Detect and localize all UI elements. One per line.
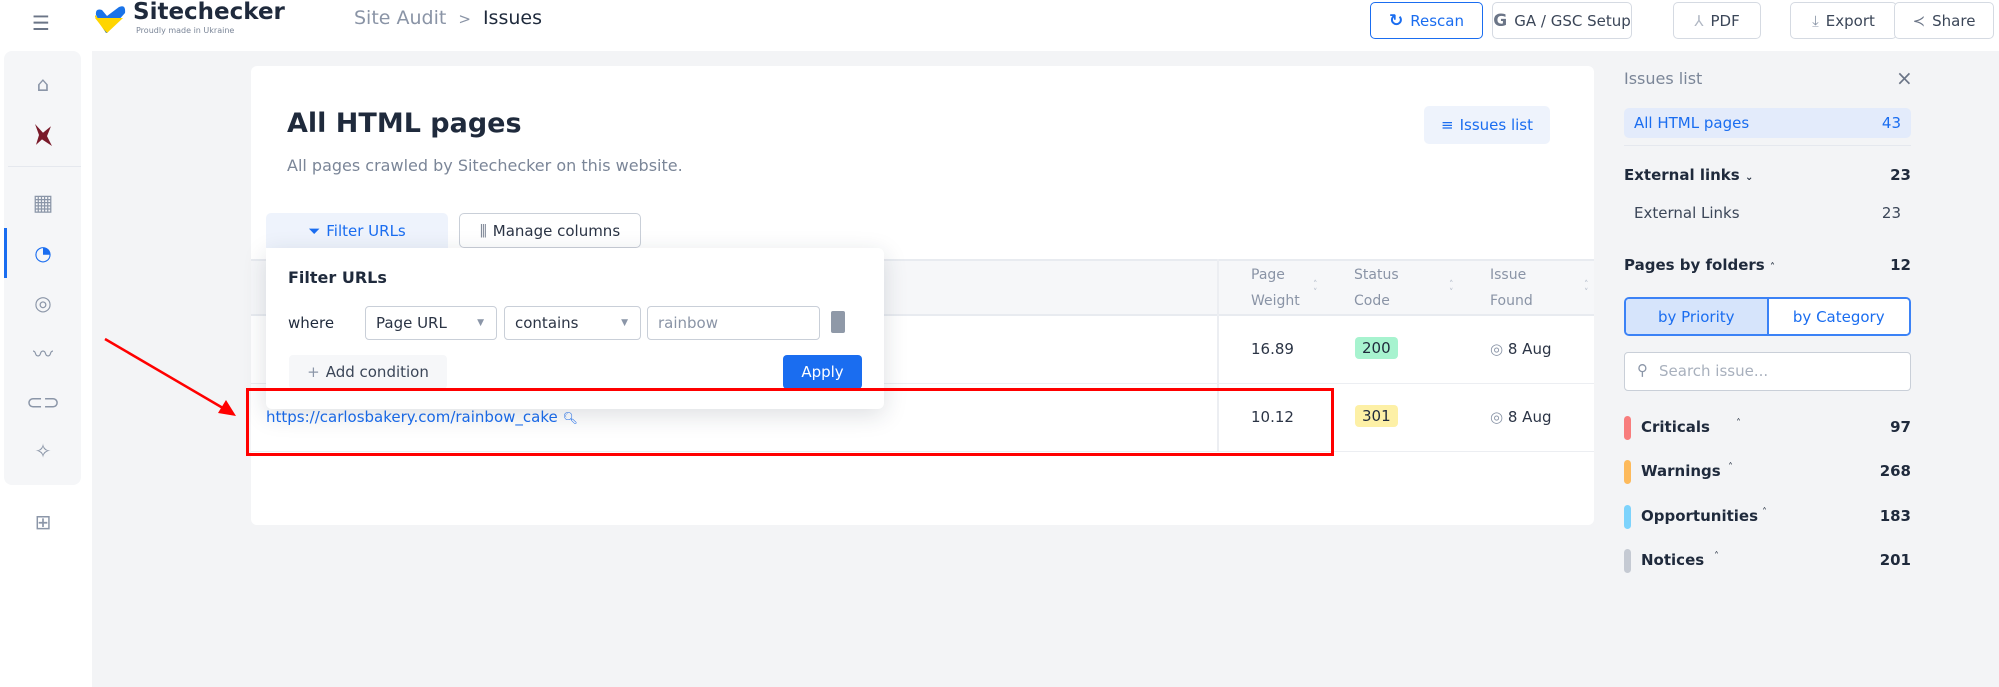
priority-warnings[interactable]: Warnings 268 ˄ [1624,460,1911,484]
warnings-color-bar [1624,460,1631,484]
sort-icon[interactable]: ˄ ˅ [1584,281,1589,298]
issues-list-button[interactable]: ≡ Issues list [1424,106,1550,144]
field-select[interactable]: Page URL ▼ [365,306,497,340]
view-toggle: by Priority by Category [1624,297,1911,336]
page-title: All HTML pages [287,108,522,139]
all-html-pages-item[interactable]: All HTML pages 43 [1624,108,1911,138]
chevron-up-icon: ˄ [1769,262,1775,273]
chevron-down-icon: ⌄ [1744,172,1754,183]
issue-found-cell: ◎ 8 Aug [1490,408,1552,426]
issues-panel: Issues list × All HTML pages 43 External … [1624,66,1913,586]
caret-down-icon: ▼ [477,318,484,328]
add-widget-icon[interactable]: ⊞ [26,505,60,539]
search-icon: ⚲ [1637,361,1648,379]
export-button[interactable]: ⤓ Export [1790,2,1897,39]
share-button[interactable]: ≺ Share [1894,2,1994,39]
pages-by-folders-group[interactable]: Pages by folders ˄ 12 [1624,256,1911,274]
add-condition-button[interactable]: + Add condition [289,355,447,389]
sort-icon[interactable]: ˄ ˅ [1449,281,1454,298]
divider [1624,145,1911,146]
caret-down-icon: ▼ [621,318,628,328]
breadcrumb: Site Audit > Issues [354,7,542,31]
priority-notices[interactable]: Notices 201 ˄ [1624,549,1911,573]
rescan-icon: ↻ [1389,10,1404,31]
operator-select[interactable]: contains ▼ [504,306,641,340]
status-badge: 200 [1355,337,1398,359]
breadcrumb-current: Issues [482,7,542,29]
manage-columns-button[interactable]: ⫼ Manage columns [459,213,641,248]
tab-by-category[interactable]: by Category [1768,299,1909,334]
pdf-icon: ⅄ [1694,11,1704,30]
chevron-up-icon: ˄ [1736,418,1741,429]
apply-button[interactable]: Apply [783,355,862,389]
column-header-status-code[interactable]: Status Code [1354,262,1399,314]
annotation-arrow [104,337,236,416]
chevron-up-icon: ˄ [1762,507,1767,518]
opportunities-color-bar [1624,505,1631,529]
page-weight-cell: 16.89 [1251,340,1294,358]
share-icon: ≺ [1912,11,1926,30]
priority-opportunities[interactable]: Opportunities 183 ˄ [1624,505,1911,529]
trash-icon[interactable] [831,311,845,333]
breadcrumb-site-audit[interactable]: Site Audit [354,7,446,31]
external-links-group[interactable]: External links ⌄ 23 [1624,166,1911,184]
plus-icon: + [307,363,320,381]
columns-icon: ⫼ [479,221,487,240]
filter-lines-icon: ≡ [1441,116,1454,134]
sort-icon[interactable]: ˄ ˅ [1313,281,1318,298]
notices-color-bar [1624,549,1631,573]
search-issue-placeholder: Search issue... [1659,362,1769,380]
status-badge: 301 [1355,405,1398,427]
issues-panel-title: Issues list [1624,69,1703,88]
priority-criticals[interactable]: Criticals 97 ˄ [1624,416,1911,440]
pdf-button[interactable]: ⅄ PDF [1673,2,1761,39]
issue-found-cell: ◎ 8 Aug [1490,340,1552,358]
download-icon: ⤓ [1812,11,1819,30]
close-icon[interactable]: × [1896,66,1913,90]
search-issue-field[interactable]: ⚲ Search issue... [1624,352,1911,391]
rescan-button[interactable]: ↻ Rescan [1370,2,1483,39]
radar-icon: ◎ [1490,340,1504,358]
column-header-issue-found[interactable]: Issue Found [1490,262,1533,314]
column-header-page-weight[interactable]: Page Weight [1251,262,1300,314]
highlight-box [246,388,1334,456]
radar-icon: ◎ [1490,408,1504,426]
breadcrumb-separator: > [458,10,471,28]
filter-popup-title: Filter URLs [288,268,387,287]
external-links-item[interactable]: External Links 23 [1624,204,1911,222]
chevron-up-icon: ˄ [1728,462,1733,473]
funnel-icon: ⏷ [308,222,321,240]
value-input[interactable]: rainbow [647,306,820,340]
tab-by-priority[interactable]: by Priority [1626,299,1769,334]
ga-gsc-setup-button[interactable]: G GA / GSC Setup [1492,2,1632,39]
google-icon: G [1493,10,1508,31]
criticals-color-bar [1624,416,1631,440]
page-subtitle: All pages crawled by Sitechecker on this… [287,156,683,175]
chevron-up-icon: ˄ [1714,551,1719,562]
